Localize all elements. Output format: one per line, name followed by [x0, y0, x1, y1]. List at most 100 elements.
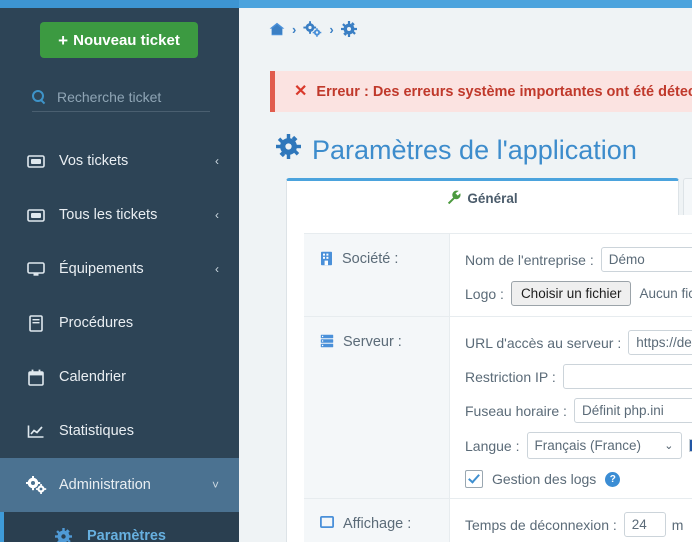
sidebar-subnav-administration: Paramètres [0, 512, 239, 542]
section-label-text: Société : [342, 251, 399, 267]
sidebar-item-vos-tickets[interactable]: Vos tickets ‹ [0, 134, 239, 188]
breadcrumb: › › [269, 21, 357, 37]
page-title-text: Paramètres de l'application [312, 134, 637, 165]
fr-flag-icon [688, 439, 692, 452]
monitor-icon [25, 261, 47, 277]
server-icon [320, 334, 334, 352]
sidebar-item-label: Calendrier [59, 369, 126, 385]
file-name-text: Aucun fichier choisi [639, 286, 692, 301]
breadcrumb-gears-icon[interactable] [303, 21, 322, 37]
search-input[interactable] [55, 88, 209, 106]
search-container[interactable] [32, 83, 210, 112]
field-langue: Langue : Français (France) ⌄ [465, 432, 692, 459]
field-label: Temps de déconnexion : [465, 516, 617, 533]
sidebar-item-equipements[interactable]: Équipements ‹ [0, 242, 239, 296]
field-logo: Logo : Choisir un fichier Aucun fichier … [465, 281, 692, 306]
sidebar-item-parametres[interactable]: Paramètres [0, 512, 239, 542]
application-window: + Nouveau ticket Vos tickets ‹ Tous les … [0, 0, 692, 542]
sidebar-item-label: Tous les tickets [59, 207, 158, 223]
error-alert: ✕ Erreur : Des erreurs système important… [270, 71, 692, 112]
timezone-input[interactable] [573, 398, 692, 423]
ip-restriction-input[interactable] [562, 364, 692, 389]
logout-time-input[interactable] [623, 512, 666, 537]
ticket-icon [25, 208, 47, 222]
logs-checkbox[interactable] [465, 470, 483, 488]
field-url-serveur: URL d'accès au serveur : [465, 330, 692, 355]
wrench-icon [447, 190, 461, 207]
chevron-left-icon: ‹ [215, 154, 219, 168]
building-icon [320, 251, 333, 270]
section-label-text: Affichage : [343, 516, 412, 532]
choose-file-button[interactable]: Choisir un fichier [510, 281, 632, 306]
settings-table: Société : Nom de l'entreprise : Logo : C… [304, 233, 692, 542]
field-fuseau-horaire: Fuseau horaire : [465, 398, 692, 423]
field-unit: m [671, 516, 684, 533]
section-body-societe: Nom de l'entreprise : Logo : Choisir un … [450, 234, 692, 316]
chevron-down-icon: ˅ [211, 478, 219, 492]
field-label: Fuseau horaire : [465, 402, 567, 419]
language-select-value: Français (France) [534, 438, 642, 453]
sidebar-nav: Vos tickets ‹ Tous les tickets ‹ Équipem… [0, 134, 239, 542]
display-icon [319, 515, 334, 532]
gears-icon [25, 476, 47, 494]
sidebar-item-procedures[interactable]: Procédures [0, 296, 239, 350]
field-label: URL d'accès au serveur : [465, 334, 622, 351]
sidebar-item-label: Vos tickets [59, 153, 129, 169]
sidebar-item-label: Administration [59, 477, 151, 493]
tab-strip: Général [286, 178, 692, 215]
breadcrumb-gear-icon[interactable] [340, 21, 357, 37]
sidebar: + Nouveau ticket Vos tickets ‹ Tous les … [0, 8, 239, 542]
company-name-input[interactable] [600, 247, 692, 272]
cross-icon: ✕ [294, 82, 308, 100]
breadcrumb-home-icon[interactable] [269, 22, 285, 36]
new-ticket-label: Nouveau ticket [73, 31, 180, 49]
field-label: Nom de l'entreprise : [465, 251, 594, 268]
breadcrumb-separator: › [329, 21, 334, 37]
checkbox-label: Gestion des logs [492, 471, 597, 487]
chevron-left-icon: ‹ [215, 262, 219, 276]
chevron-down-icon: ⌄ [664, 440, 674, 452]
sidebar-item-tous-les-tickets[interactable]: Tous les tickets ‹ [0, 188, 239, 242]
error-alert-text: Erreur : Des erreurs système importantes… [316, 83, 692, 100]
tab-general-label: Général [467, 190, 518, 206]
sidebar-item-label: Statistiques [59, 423, 134, 439]
section-label-affichage: Affichage : [304, 499, 450, 542]
calendar-icon [25, 369, 47, 386]
field-label: Restriction IP : [465, 368, 556, 385]
field-label: Langue : [465, 437, 520, 454]
sidebar-item-calendrier[interactable]: Calendrier [0, 350, 239, 404]
tab-secondary[interactable] [683, 178, 692, 215]
field-restriction-ip: Restriction IP : [465, 364, 692, 389]
field-gestion-logs: Gestion des logs ? [465, 470, 692, 488]
tab-strip-container: Général [286, 178, 692, 215]
section-label-text: Serveur : [343, 334, 402, 350]
section-label-societe: Société : [304, 234, 450, 316]
new-ticket-button[interactable]: + Nouveau ticket [40, 22, 198, 58]
tab-general[interactable]: Général [286, 178, 679, 215]
breadcrumb-separator: › [292, 21, 297, 37]
table-row: Société : Nom de l'entreprise : Logo : C… [304, 233, 692, 316]
gear-icon [55, 527, 75, 542]
help-icon[interactable]: ? [605, 471, 621, 487]
section-body-serveur: URL d'accès au serveur : Restriction IP … [450, 317, 692, 498]
language-select[interactable]: Français (France) ⌄ [526, 432, 682, 459]
sidebar-item-label: Équipements [59, 261, 144, 277]
chevron-left-icon: ‹ [215, 208, 219, 222]
main-content: › › ✕ Erreur: Des erreurs système impor… [239, 8, 692, 542]
ticket-icon [25, 154, 47, 168]
sidebar-item-statistiques[interactable]: Statistiques [0, 404, 239, 458]
page-title: Paramètres de l'application [276, 134, 637, 166]
section-body-affichage: Temps de déconnexion : m [450, 499, 692, 542]
settings-panel: Société : Nom de l'entreprise : Logo : C… [286, 215, 692, 542]
chart-icon [25, 424, 47, 439]
section-label-serveur: Serveur : [304, 317, 450, 498]
field-temps-deconnexion: Temps de déconnexion : m [465, 512, 692, 537]
server-url-input[interactable] [628, 330, 692, 355]
top-accent-bar-left [0, 0, 239, 8]
sidebar-item-label: Procédures [59, 315, 134, 331]
table-row: Affichage : Temps de déconnexion : m [304, 498, 692, 542]
sidebar-item-administration[interactable]: Administration ˅ [0, 458, 239, 512]
top-accent-bar [0, 0, 692, 8]
field-label: Logo : [465, 285, 504, 302]
table-row: Serveur : URL d'accès au serveur : Restr… [304, 316, 692, 498]
